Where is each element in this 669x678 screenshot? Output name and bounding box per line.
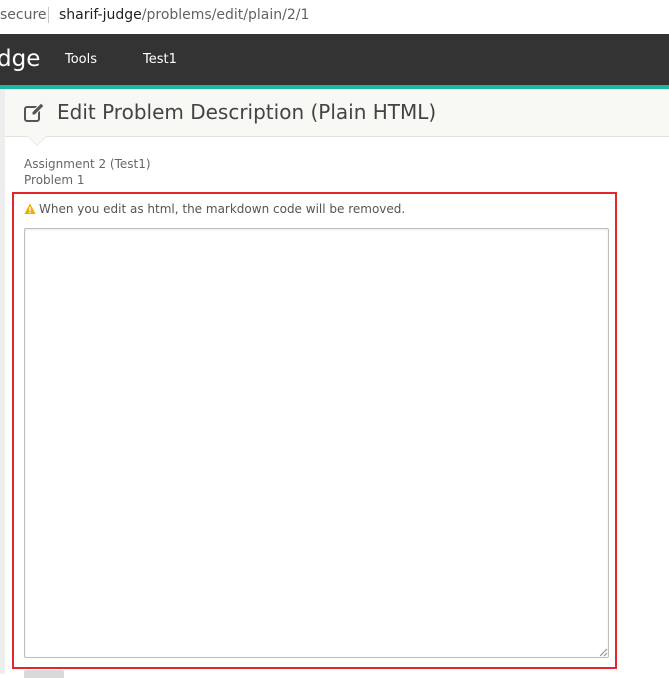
url-path: /problems/edit/plain/2/1 — [141, 7, 310, 23]
secure-label: secure — [0, 7, 47, 23]
url-host: sharif-judge — [59, 7, 142, 23]
nav-item-tools[interactable]: Tools — [65, 34, 97, 85]
context-info: Assignment 2 (Test1) Problem 1 — [24, 156, 151, 188]
address-divider — [48, 7, 49, 23]
edit-icon — [24, 102, 45, 122]
nav-item-test1[interactable]: Test1 — [143, 34, 177, 85]
submit-button[interactable] — [24, 670, 64, 678]
top-navbar: dge Tools Test1 — [0, 34, 669, 85]
page-title: Edit Problem Description (Plain HTML) — [57, 100, 437, 124]
url-text[interactable]: sharif-judge/problems/edit/plain/2/1 — [59, 0, 309, 30]
html-editor-textarea[interactable] — [24, 228, 609, 658]
warning-text: When you edit as html, the markdown code… — [39, 202, 406, 216]
brand-logo-text[interactable]: dge — [0, 34, 40, 85]
warning-icon — [24, 203, 36, 214]
page-header: Edit Problem Description (Plain HTML) — [5, 89, 669, 137]
sidebar-edge — [0, 89, 5, 674]
address-bar[interactable]: secure sharif-judge/problems/edit/plain/… — [0, 0, 669, 34]
resize-grip-icon[interactable] — [598, 647, 608, 657]
assignment-label: Assignment 2 (Test1) — [24, 157, 151, 171]
warning-message: When you edit as html, the markdown code… — [24, 201, 405, 217]
header-caret — [28, 136, 46, 145]
problem-label: Problem 1 — [24, 173, 85, 187]
